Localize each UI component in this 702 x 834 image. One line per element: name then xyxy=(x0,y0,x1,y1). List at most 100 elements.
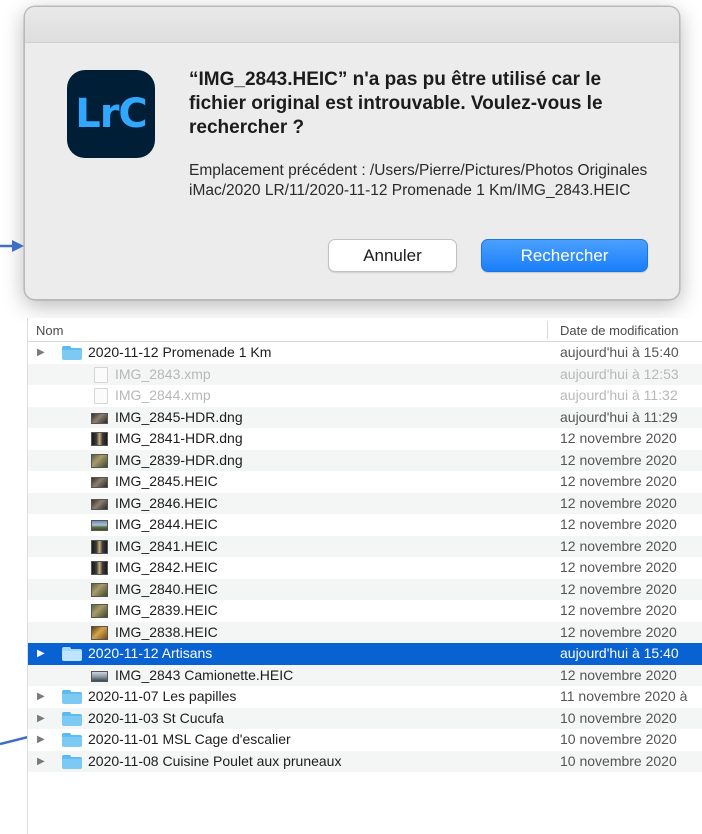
file-row[interactable]: IMG_2839.HEIC 12 novembre 2020 xyxy=(28,600,702,622)
annotation-arrow-icon xyxy=(0,240,24,252)
date-modified: aujourd'hui à 15:40 xyxy=(560,344,679,360)
app-icon-label: LrC xyxy=(75,91,148,137)
folder-name: 2020-11-07 Les papilles xyxy=(88,688,237,704)
date-modified: 12 novembre 2020 xyxy=(560,473,677,489)
search-button[interactable]: Rechercher xyxy=(481,239,648,272)
file-row[interactable]: IMG_2843 Camionette.HEIC 12 novembre 2020 xyxy=(28,664,702,686)
folder-icon xyxy=(62,690,82,704)
dialog-titlebar[interactable] xyxy=(25,7,679,43)
file-name: IMG_2841-HDR.dng xyxy=(115,430,243,446)
file-name: IMG_2844.xmp xyxy=(115,387,211,403)
folder-row[interactable]: ▶ 2020-11-01 MSL Cage d'escalier 10 novemb… xyxy=(28,729,702,751)
disclosure-triangle-icon[interactable]: ▶ xyxy=(37,342,49,364)
file-name: IMG_2838.HEIC xyxy=(115,623,218,640)
file-name: IMG_2842.HEIC xyxy=(115,559,218,575)
image-thumbnail-icon xyxy=(91,498,108,510)
column-divider[interactable] xyxy=(547,321,548,339)
dialog-detail-path: Emplacement précédent : /Users/Pierre/Pi… xyxy=(189,162,648,199)
date-modified: 12 novembre 2020 xyxy=(560,559,677,575)
folder-name: 2020-11-03 St Cucufa xyxy=(88,709,224,726)
file-row[interactable]: IMG_2845.HEIC 12 novembre 2020 xyxy=(28,471,702,493)
date-modified: 10 novembre 2020 xyxy=(560,752,677,769)
folder-icon xyxy=(62,754,82,769)
file-row[interactable]: IMG_2842.HEIC 12 novembre 2020 xyxy=(28,557,702,579)
file-name: IMG_2845-HDR.dng xyxy=(115,408,243,425)
image-thumbnail-icon xyxy=(91,625,108,640)
file-list: ▶ 2020-11-12 Promenade 1 Km aujourd'hui à … xyxy=(28,342,702,772)
file-row[interactable]: IMG_2843.xmp aujourd'hui à 12:53 xyxy=(28,363,702,385)
finder-list-view: Nom Date de modification ▶ 2020-11-12 Pro… xyxy=(27,318,702,834)
date-modified: 11 novembre 2020 à xyxy=(560,688,688,704)
date-modified: 12 novembre 2020 xyxy=(560,623,677,640)
image-thumbnail-icon xyxy=(91,477,108,488)
column-header-date-modified[interactable]: Date de modification xyxy=(560,323,679,338)
folder-name: 2020-11-12 Promenade 1 Km xyxy=(88,344,272,360)
date-modified: 10 novembre 2020 xyxy=(560,731,677,747)
folder-name: 2020-11-08 Cuisine Poulet aux pruneaux xyxy=(88,752,342,769)
image-thumbnail-icon xyxy=(91,561,108,575)
file-name: IMG_2840.HEIC xyxy=(115,580,218,597)
date-modified: 12 novembre 2020 xyxy=(560,494,677,511)
date-modified: 12 novembre 2020 xyxy=(560,537,677,554)
document-icon xyxy=(94,366,108,383)
file-row[interactable]: IMG_2841.HEIC 12 novembre 2020 xyxy=(28,535,702,557)
file-name: IMG_2846.HEIC xyxy=(115,494,218,511)
date-modified: 12 novembre 2020 xyxy=(560,451,677,468)
file-row[interactable]: IMG_2844.xmp aujourd'hui à 11:32 xyxy=(28,385,702,407)
folder-name: 2020-11-01 MSL Cage d'escalier xyxy=(88,731,291,747)
column-header-name[interactable]: Nom xyxy=(36,323,63,338)
folder-row[interactable]: ▶ 2020-11-07 Les papilles 11 novembre 2020… xyxy=(28,686,702,708)
image-thumbnail-icon xyxy=(91,412,108,424)
file-row[interactable]: IMG_2845-HDR.dng aujourd'hui à 11:29 xyxy=(28,406,702,428)
file-name: IMG_2843.xmp xyxy=(115,365,211,382)
file-name: IMG_2841.HEIC xyxy=(115,537,218,554)
date-modified: 12 novembre 2020 xyxy=(560,666,677,683)
file-name: IMG_2839.HEIC xyxy=(115,602,218,618)
file-name: IMG_2845.HEIC xyxy=(115,473,218,489)
file-name: IMG_2844.HEIC xyxy=(115,516,218,532)
folder-row[interactable]: ▶ 2020-11-12 Artisans aujourd'hui à 15:40 xyxy=(28,643,702,665)
disclosure-triangle-icon[interactable]: ▶ xyxy=(37,686,49,708)
disclosure-triangle-icon[interactable]: ▶ xyxy=(37,708,49,730)
date-modified: 10 novembre 2020 xyxy=(560,709,677,726)
file-row[interactable]: IMG_2839-HDR.dng 12 novembre 2020 xyxy=(28,449,702,471)
folder-row[interactable]: ▶ 2020-11-12 Promenade 1 Km aujourd'hui à … xyxy=(28,342,702,364)
folder-name: 2020-11-12 Artisans xyxy=(88,645,213,661)
date-modified: aujourd'hui à 11:29 xyxy=(560,408,678,425)
date-modified: 12 novembre 2020 xyxy=(560,516,677,532)
date-modified: aujourd'hui à 12:53 xyxy=(560,365,679,382)
image-thumbnail-icon xyxy=(91,582,108,597)
disclosure-triangle-icon[interactable]: ▶ xyxy=(37,751,49,773)
missing-file-alert-dialog: LrC “IMG_2843.HEIC” n'a pas pu être util… xyxy=(24,6,680,300)
dialog-message: “IMG_2843.HEIC” n'a pas pu être utilisé … xyxy=(189,69,603,138)
lightroom-classic-app-icon: LrC xyxy=(67,70,155,158)
image-thumbnail-icon xyxy=(91,539,108,554)
folder-row[interactable]: ▶ 2020-11-08 Cuisine Poulet aux pruneaux 1… xyxy=(28,750,702,773)
date-modified: 12 novembre 2020 xyxy=(560,602,677,618)
image-thumbnail-icon xyxy=(91,432,108,446)
folder-row[interactable]: ▶ 2020-11-03 St Cucufa 10 novembre 2020 xyxy=(28,707,702,730)
file-name: IMG_2843 Camionette.HEIC xyxy=(115,666,294,683)
image-thumbnail-icon xyxy=(91,520,108,531)
disclosure-triangle-icon[interactable]: ▶ xyxy=(37,643,49,665)
file-row[interactable]: IMG_2838.HEIC 12 novembre 2020 xyxy=(28,621,702,643)
date-modified: 12 novembre 2020 xyxy=(560,430,677,446)
folder-icon xyxy=(62,733,82,747)
folder-icon xyxy=(62,647,82,661)
image-thumbnail-icon xyxy=(91,453,108,468)
date-modified: aujourd'hui à 15:40 xyxy=(560,645,679,661)
file-row[interactable]: IMG_2844.HEIC 12 novembre 2020 xyxy=(28,514,702,536)
file-row[interactable]: IMG_2846.HEIC 12 novembre 2020 xyxy=(28,492,702,514)
folder-icon xyxy=(62,711,82,726)
file-row[interactable]: IMG_2840.HEIC 12 novembre 2020 xyxy=(28,578,702,600)
document-icon xyxy=(94,388,108,404)
date-modified: aujourd'hui à 11:32 xyxy=(560,387,678,403)
image-thumbnail-icon xyxy=(91,670,108,682)
file-name: IMG_2839-HDR.dng xyxy=(115,451,243,468)
cancel-button[interactable]: Annuler xyxy=(328,239,457,272)
folder-icon xyxy=(62,346,82,360)
list-header: Nom Date de modification xyxy=(28,318,702,342)
image-thumbnail-icon xyxy=(91,604,108,618)
file-row[interactable]: IMG_2841-HDR.dng 12 novembre 2020 xyxy=(28,428,702,450)
disclosure-triangle-icon[interactable]: ▶ xyxy=(37,729,49,751)
